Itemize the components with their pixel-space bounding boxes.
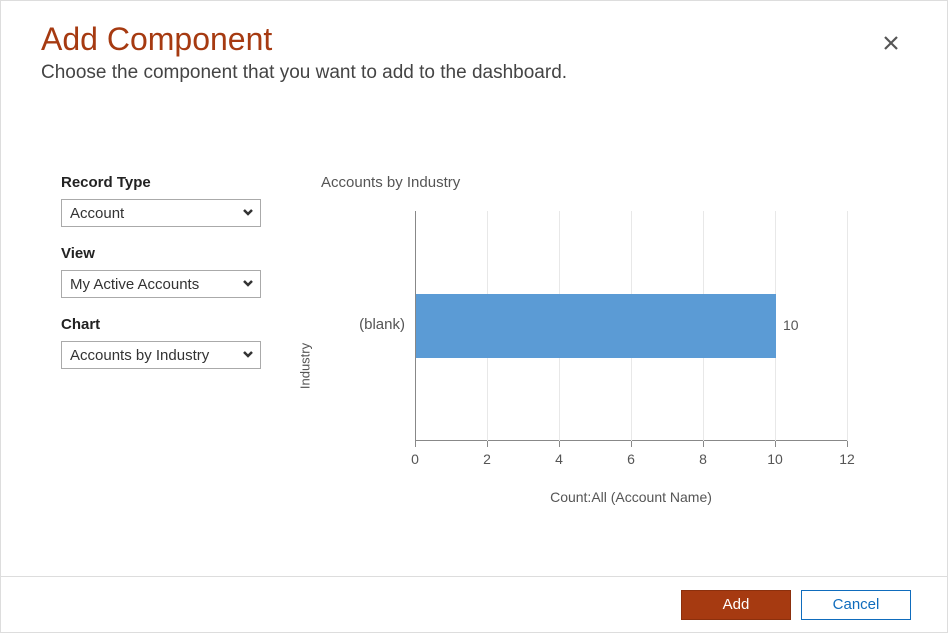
- chart-tick: [775, 441, 776, 447]
- chart-tick-label: 12: [839, 451, 855, 467]
- add-button[interactable]: Add: [681, 590, 791, 620]
- view-select[interactable]: My Active Accounts: [61, 270, 261, 298]
- chart-label: Chart: [61, 316, 271, 333]
- chart-tick: [415, 441, 416, 447]
- chart-bar: [416, 294, 776, 358]
- form-column: Record Type Account View My Active Accou…: [61, 174, 271, 612]
- record-type-value: Account: [70, 205, 124, 222]
- chart-plot: 02468101210(blank): [415, 211, 847, 441]
- chart-tick-label: 4: [555, 451, 563, 467]
- close-icon: [883, 35, 899, 55]
- chart-tick: [631, 441, 632, 447]
- chart-tick: [847, 441, 848, 447]
- close-button[interactable]: [879, 33, 903, 57]
- dialog-title: Add Component: [41, 21, 907, 58]
- chart-tick-label: 2: [483, 451, 491, 467]
- view-value: My Active Accounts: [70, 276, 199, 293]
- chart-preview: Accounts by Industry Industry 0246810121…: [311, 174, 907, 612]
- dialog-header: Add Component Choose the component that …: [41, 21, 907, 84]
- dialog-footer: Add Cancel: [1, 576, 947, 632]
- chevron-down-icon: [242, 205, 254, 222]
- chart-area: Industry 02468101210(blank) Count:All (A…: [311, 211, 871, 521]
- chart-tick-label: 6: [627, 451, 635, 467]
- chart-tick-label: 0: [411, 451, 419, 467]
- record-type-label: Record Type: [61, 174, 271, 191]
- chart-tick: [703, 441, 704, 447]
- chart-y-axis-label: Industry: [298, 343, 313, 389]
- chart-bar-value: 10: [783, 317, 799, 333]
- chart-title: Accounts by Industry: [321, 174, 907, 191]
- chart-select[interactable]: Accounts by Industry: [61, 341, 261, 369]
- chart-tick-label: 10: [767, 451, 783, 467]
- chevron-down-icon: [242, 276, 254, 293]
- chart-tick: [487, 441, 488, 447]
- chevron-down-icon: [242, 347, 254, 364]
- chart-tick-label: 8: [699, 451, 707, 467]
- chart-value: Accounts by Industry: [70, 347, 209, 364]
- add-component-dialog: Add Component Choose the component that …: [0, 0, 948, 633]
- dialog-subtitle: Choose the component that you want to ad…: [41, 62, 907, 84]
- chart-gridline: [847, 211, 848, 441]
- chart-tick: [559, 441, 560, 447]
- cancel-button[interactable]: Cancel: [801, 590, 911, 620]
- view-label: View: [61, 245, 271, 262]
- chart-x-axis-label: Count:All (Account Name): [415, 489, 847, 505]
- chart-category-label: (blank): [325, 316, 405, 333]
- record-type-select[interactable]: Account: [61, 199, 261, 227]
- dialog-body: Record Type Account View My Active Accou…: [41, 174, 907, 612]
